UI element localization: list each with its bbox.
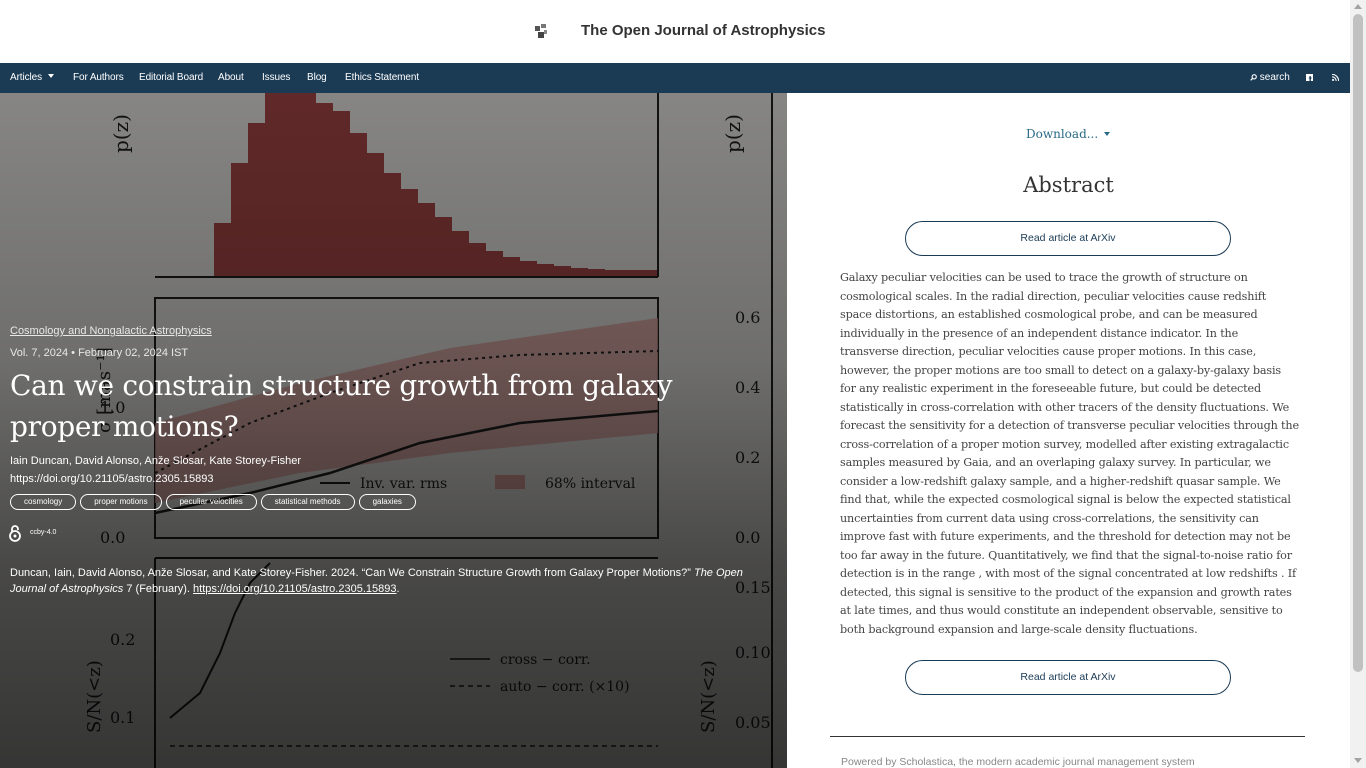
abstract-text: Galaxy peculiar velocities can be used t… (840, 271, 1299, 636)
download-label: Download... (1026, 127, 1099, 141)
facebook-icon (1306, 74, 1313, 81)
nav-articles[interactable]: Articles (10, 63, 54, 93)
tag-galaxies[interactable]: galaxies (358, 494, 416, 510)
nav-ethics-statement[interactable]: Ethics Statement (345, 63, 419, 93)
search-icon (1250, 74, 1257, 81)
chevron-down-icon (1104, 132, 1111, 136)
article-authors: Iain Duncan, David Alonso, Anže Slosar, … (10, 455, 302, 467)
powered-by-text[interactable]: Powered by Scholastica, the modern acade… (841, 756, 1195, 768)
facebook-link[interactable] (1306, 63, 1313, 93)
journal-logo-icon[interactable] (534, 23, 548, 39)
nav-editorial-board[interactable]: Editorial Board (139, 63, 203, 93)
nav-articles-label: Articles (10, 72, 42, 83)
site-title[interactable]: The Open Journal of Astrophysics (581, 22, 825, 39)
tag-peculiar-velocities[interactable]: peculiar velocities (165, 494, 257, 510)
article-tags: cosmology proper motions peculiar veloci… (10, 494, 416, 510)
nav-search[interactable]: search (1250, 63, 1290, 93)
page-scrollbar[interactable] (1350, 0, 1366, 768)
download-dropdown[interactable]: Download... (1026, 127, 1111, 141)
abstract-heading: Abstract (1023, 173, 1114, 197)
article-citation: Duncan, Iain, David Alonso, Anže Slosar,… (10, 567, 743, 595)
article-hero: p(z) p(z) σ [mas⁻¹] 0.6 0.4 0.2 0.0 1.0 … (0, 93, 787, 768)
chevron-down-icon (47, 74, 54, 78)
article-title: Can we constrain structure growth from g… (10, 369, 673, 443)
scroll-down-arrow-icon[interactable] (1354, 758, 1362, 763)
tag-cosmology[interactable]: cosmology (10, 494, 77, 510)
site-header: The Open Journal of Astrophysics (0, 0, 1350, 63)
rss-icon (1331, 73, 1340, 82)
nav-about[interactable]: About (218, 63, 244, 93)
rss-link[interactable] (1331, 63, 1340, 93)
scroll-up-arrow-icon[interactable] (1354, 4, 1362, 9)
read-arxiv-button-bottom[interactable]: Read article at ArXiv (905, 660, 1231, 695)
search-label: search (1259, 72, 1290, 83)
article-doi[interactable]: https://doi.org/10.21105/astro.2305.1589… (10, 473, 213, 485)
read-arxiv-button-top[interactable]: Read article at ArXiv (905, 221, 1231, 256)
license-label[interactable]: ccby-4.0 (30, 529, 56, 536)
nav-issues[interactable]: Issues (262, 63, 290, 93)
citation-volume: 7 (February). (126, 583, 190, 595)
scrollbar-thumb[interactable] (1353, 14, 1363, 672)
citation-doi-link[interactable]: https://doi.org/10.21105/astro.2305.1589… (193, 583, 396, 595)
main-nav: Articles For Authors Editorial Board Abo… (0, 63, 1350, 93)
nav-for-authors[interactable]: For Authors (73, 63, 124, 93)
tag-proper-motions[interactable]: proper motions (80, 494, 162, 510)
open-access-icon (9, 525, 21, 542)
abstract-panel: Download... Abstract Read article at ArX… (787, 93, 1350, 768)
citation-text: Duncan, Iain, David Alonso, Anže Slosar,… (10, 567, 691, 579)
article-category-link[interactable]: Cosmology and Nongalactic Astrophysics (10, 325, 212, 337)
footer-divider (830, 736, 1305, 737)
nav-blog[interactable]: Blog (307, 63, 327, 93)
tag-statistical-methods[interactable]: statistical methods (260, 494, 355, 510)
article-volume-date: Vol. 7, 2024 • February 02, 2024 IST (10, 347, 189, 359)
